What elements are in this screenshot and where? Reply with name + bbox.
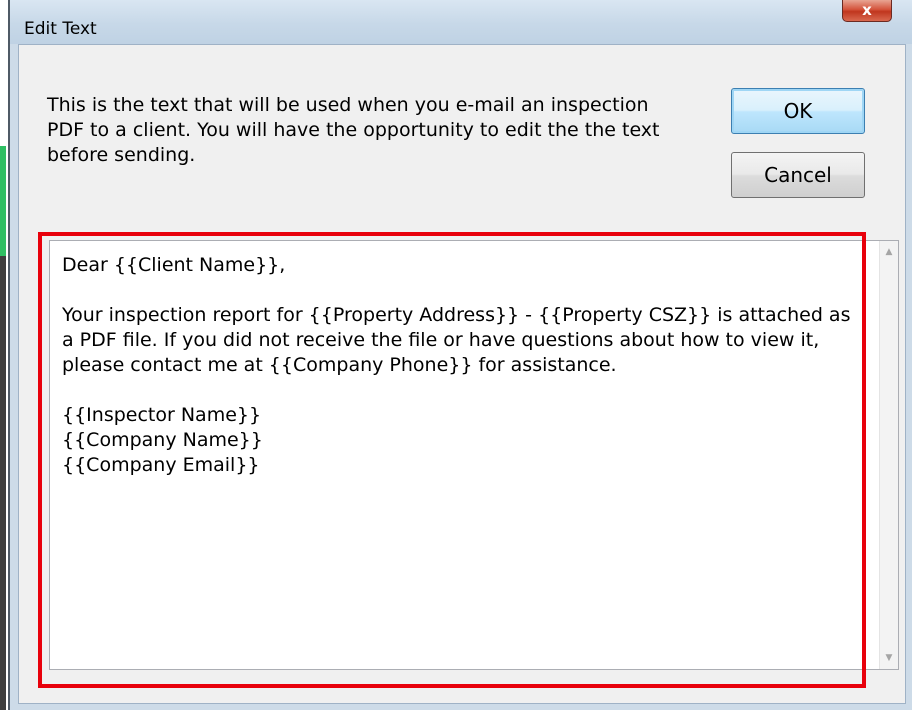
vertical-scrollbar[interactable]: ▲ ▼ xyxy=(879,241,898,669)
close-button[interactable]: x xyxy=(842,0,892,22)
ok-button[interactable]: OK xyxy=(731,88,865,134)
email-text-content[interactable]: Dear {{Client Name}}, Your inspection re… xyxy=(62,253,862,478)
cancel-button[interactable]: Cancel xyxy=(731,152,865,198)
edit-text-dialog: Edit Text x This is the text that will b… xyxy=(8,0,912,710)
scroll-up-arrow-icon[interactable]: ▲ xyxy=(880,243,898,261)
background-window-edge xyxy=(0,146,6,256)
close-icon: x xyxy=(862,1,872,19)
dialog-body: This is the text that will be used when … xyxy=(18,44,906,704)
title-bar[interactable]: Edit Text x xyxy=(10,0,912,44)
background-window-edge-dark xyxy=(0,256,6,710)
email-text-editor[interactable]: Dear {{Client Name}}, Your inspection re… xyxy=(49,240,899,670)
scroll-down-arrow-icon[interactable]: ▼ xyxy=(880,649,898,667)
description-text: This is the text that will be used when … xyxy=(47,94,660,166)
window-title: Edit Text xyxy=(24,19,97,39)
